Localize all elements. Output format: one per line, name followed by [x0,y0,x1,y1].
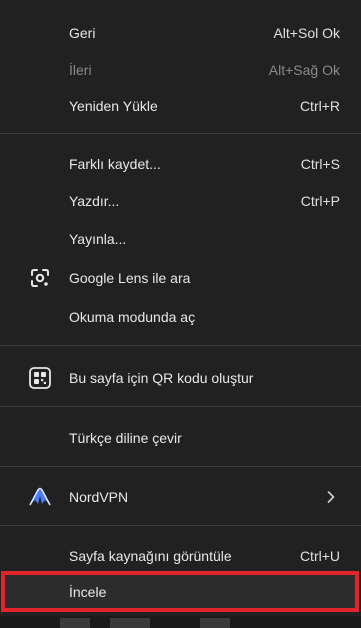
menu-item-forward-shortcut: Alt+Sağ Ok [268,61,340,78]
menu-separator [0,133,361,134]
background-page-fragment [200,618,230,628]
context-menu: Geri Alt+Sol Ok İleri Alt+Sağ Ok Yeniden… [0,0,361,628]
chevron-right-icon [325,490,337,504]
background-page-fragment [110,618,150,628]
menu-item-print-label: Yazdır... [69,192,120,209]
menu-item-reload[interactable]: Yeniden Yükle Ctrl+R [0,87,361,124]
menu-item-print[interactable]: Yazdır... Ctrl+P [0,182,361,219]
menu-item-reading-mode[interactable]: Okuma modunda aç [0,298,361,335]
menu-item-translate[interactable]: Türkçe diline çevir [0,419,361,456]
menu-item-save-as[interactable]: Farklı kaydet... Ctrl+S [0,145,361,182]
menu-separator [0,406,361,407]
menu-item-nordvpn-label: NordVPN [69,488,129,505]
menu-item-print-shortcut: Ctrl+P [300,192,340,209]
menu-item-save-as-shortcut: Ctrl+S [300,155,340,172]
google-lens-icon [28,266,52,290]
menu-item-back-shortcut: Alt+Sol Ok [273,24,340,41]
qr-code-icon [28,366,52,390]
menu-item-cast[interactable]: Yayınla... [0,220,361,257]
menu-separator [0,345,361,346]
menu-item-forward-label: İleri [69,61,92,78]
background-page-strip [0,616,361,628]
menu-separator [0,466,361,467]
menu-item-nordvpn[interactable]: NordVPN [0,478,361,515]
menu-item-save-as-label: Farklı kaydet... [69,155,161,172]
menu-item-google-lens[interactable]: Google Lens ile ara [0,259,361,296]
menu-item-forward[interactable]: İleri Alt+Sağ Ok [0,51,361,88]
menu-item-inspect[interactable]: İncele [0,573,361,610]
menu-item-inspect-label: İncele [69,583,107,600]
menu-item-reload-shortcut: Ctrl+R [299,97,340,114]
menu-item-qr-code[interactable]: Bu sayfa için QR kodu oluştur [0,359,361,396]
menu-item-translate-label: Türkçe diline çevir [69,429,182,446]
menu-item-back[interactable]: Geri Alt+Sol Ok [0,14,361,51]
menu-item-view-source-label: Sayfa kaynağını görüntüle [69,547,232,564]
menu-separator [0,525,361,526]
menu-item-view-source-shortcut: Ctrl+U [299,547,340,564]
menu-item-back-label: Geri [69,24,96,41]
menu-item-view-source[interactable]: Sayfa kaynağını görüntüle Ctrl+U [0,537,361,574]
menu-item-reading-mode-label: Okuma modunda aç [69,308,196,325]
nordvpn-icon [28,485,52,509]
background-page-fragment [60,618,90,628]
menu-item-google-lens-label: Google Lens ile ara [69,269,191,286]
menu-item-cast-label: Yayınla... [69,230,127,247]
menu-item-qr-code-label: Bu sayfa için QR kodu oluştur [69,369,254,386]
menu-item-reload-label: Yeniden Yükle [69,97,158,114]
